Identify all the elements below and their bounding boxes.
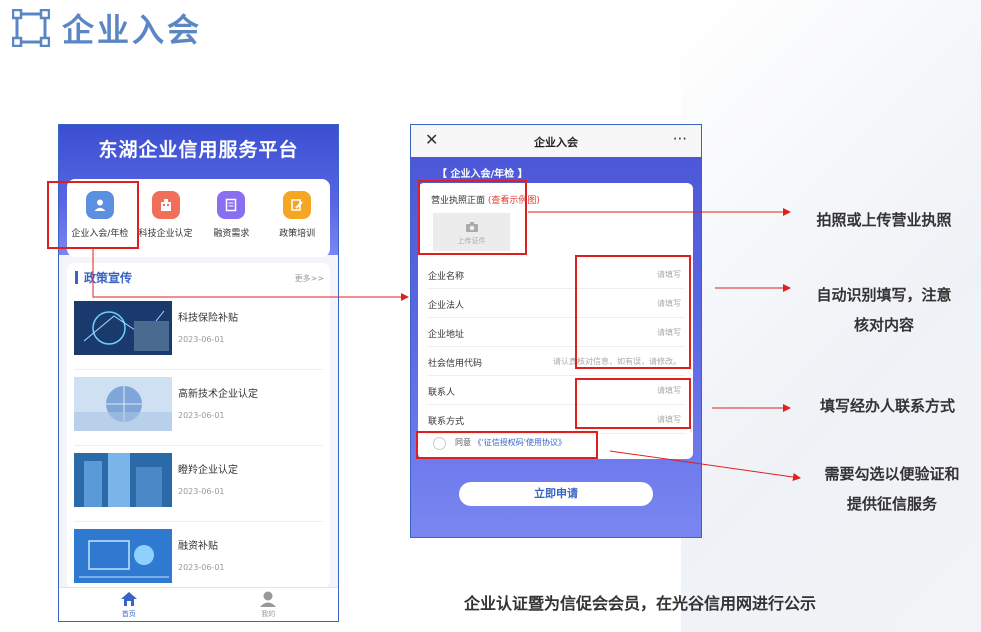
annotation-autofill: 自动识别填写，注意 核对内容 <box>816 286 952 334</box>
footer-note: 企业认证暨为信促会会员，在光谷信用网进行公示 <box>464 594 817 613</box>
annotation-agreement: 需要勾选以便验证和 提供征信服务 <box>824 465 960 513</box>
annotation-contact: 填写经办人联系方式 <box>819 397 955 415</box>
annotation-license: 拍照或上传营业执照 <box>816 211 952 229</box>
